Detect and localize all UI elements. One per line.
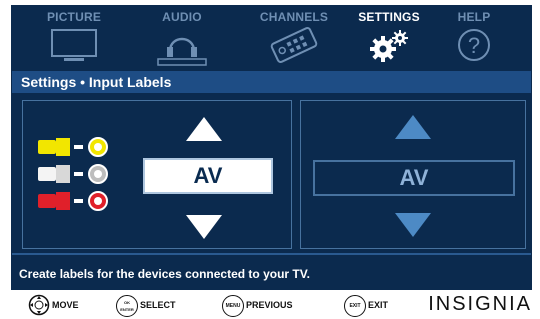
exit-label: EXIT (368, 300, 389, 310)
down-arrow-button[interactable] (186, 215, 222, 239)
menu-tabs: PICTURE AUDIO CHANNELS SETTINGS HELP ? (11, 5, 532, 71)
tab-help[interactable]: HELP ? (429, 5, 519, 71)
move-label: MOVE (52, 300, 79, 310)
page-title: Settings • Input Labels (21, 74, 172, 90)
tab-picture[interactable]: PICTURE (29, 5, 119, 71)
description-bar: Create labels for the devices connected … (12, 253, 531, 292)
yellow-rca-connector-icon (38, 137, 138, 157)
preview-up-arrow-icon (395, 115, 431, 139)
svg-text:?: ? (468, 33, 480, 58)
tab-settings[interactable]: SETTINGS (344, 5, 434, 71)
tv-icon (51, 29, 97, 61)
rca-connectors (38, 137, 138, 217)
tab-audio[interactable]: AUDIO (137, 5, 227, 71)
help-icon: ? (458, 29, 490, 61)
label-preview-panel: AV (300, 100, 526, 249)
menu-button-icon: MENU (222, 295, 244, 317)
exit-button-icon: EXIT (344, 295, 366, 317)
brand-logo: INSIGNIA (428, 293, 532, 315)
tab-help-label: HELP (457, 10, 491, 24)
remote-icon (270, 27, 318, 63)
section-header: Settings • Input Labels (12, 71, 531, 93)
preview-down-arrow-icon (395, 213, 431, 237)
tv-menu-screen: PICTURE AUDIO CHANNELS SETTINGS HELP ? S… (11, 5, 532, 292)
description-text: Create labels for the devices connected … (19, 267, 310, 281)
label-input[interactable]: AV (143, 158, 273, 194)
label-preview: AV (313, 160, 515, 196)
gears-icon (370, 30, 408, 62)
previous-label: PREVIOUS (246, 300, 293, 310)
tab-picture-label: PICTURE (46, 10, 102, 24)
dpad-icon (28, 294, 50, 316)
label-editor-panel: AV (22, 100, 292, 249)
tab-settings-label: SETTINGS (358, 10, 420, 24)
tab-channels-label: CHANNELS (259, 10, 329, 24)
tab-audio-label: AUDIO (162, 10, 202, 24)
tab-channels[interactable]: CHANNELS (249, 5, 339, 71)
select-label: SELECT (140, 300, 176, 310)
white-rca-connector-icon (38, 164, 138, 184)
up-arrow-button[interactable] (186, 117, 222, 141)
remote-button-legend: MOVE OK ENTER SELECT MENU PREVIOUS EXIT … (0, 290, 540, 319)
red-rca-connector-icon (38, 191, 138, 211)
ok-enter-button-icon: OK ENTER (116, 295, 138, 317)
headphones-icon (157, 37, 207, 66)
